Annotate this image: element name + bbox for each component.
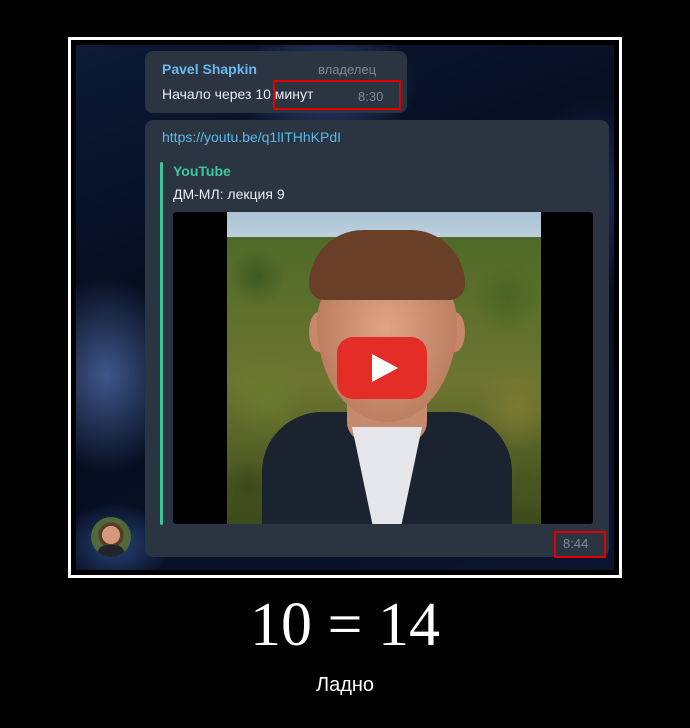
avatar[interactable] — [91, 517, 131, 557]
link-preview-accent-bar — [160, 162, 163, 525]
link-preview-site: YouTube — [173, 163, 231, 179]
youtube-link[interactable]: https://youtu.be/q1lITHhKPdI — [162, 129, 341, 145]
youtube-play-icon[interactable] — [337, 337, 427, 399]
sender-role-badge: владелец — [318, 62, 377, 77]
highlight-box-time — [554, 531, 606, 558]
sender-name[interactable]: Pavel Shapkin — [162, 61, 257, 77]
link-preview-title: ДМ-МЛ: лекция 9 — [173, 186, 285, 202]
highlight-box-10-minutes — [273, 80, 401, 110]
avatar-coat — [97, 545, 125, 557]
video-thumbnail[interactable] — [173, 212, 593, 524]
caption-subtitle: Ладно — [315, 674, 375, 696]
caption-title: 10 = 14 — [250, 591, 440, 659]
photo-hair — [309, 230, 465, 300]
